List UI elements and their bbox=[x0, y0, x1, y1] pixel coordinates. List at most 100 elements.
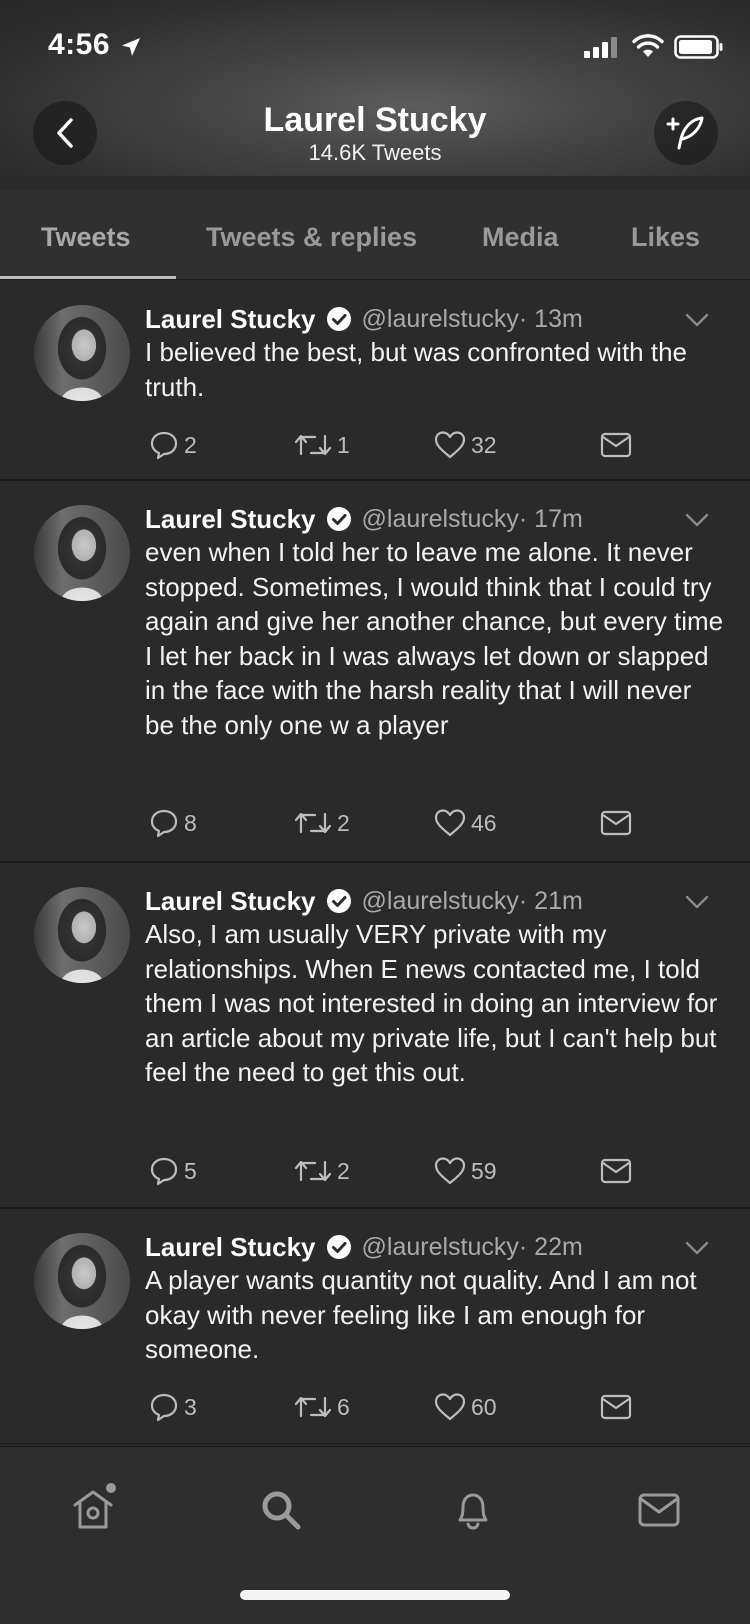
tweet-author-name[interactable]: Laurel Stucky bbox=[145, 1232, 316, 1263]
location-arrow-icon bbox=[122, 38, 140, 56]
retweet-icon bbox=[294, 434, 332, 456]
reply-count: 2 bbox=[184, 431, 197, 458]
retweet-icon bbox=[294, 812, 332, 834]
mail-icon bbox=[600, 1394, 632, 1420]
tweet-list: Laurel Stucky @laurelstucky · 13m I beli… bbox=[0, 281, 750, 1444]
reply-button[interactable]: 8 bbox=[148, 805, 197, 841]
reply-button[interactable]: 3 bbox=[148, 1389, 197, 1425]
like-count: 60 bbox=[471, 1393, 497, 1420]
tweet-header: Laurel Stucky @laurelstucky · 21m bbox=[145, 883, 583, 919]
mail-icon bbox=[600, 1158, 632, 1184]
heart-icon bbox=[434, 1393, 466, 1421]
retweet-count: 2 bbox=[337, 809, 350, 836]
tweet-handle: @laurelstucky bbox=[361, 504, 519, 533]
retweet-button[interactable]: 2 bbox=[293, 1153, 350, 1189]
retweet-icon bbox=[294, 1396, 332, 1418]
tweet-handle: @laurelstucky bbox=[361, 886, 519, 915]
reply-button[interactable]: 5 bbox=[148, 1153, 197, 1189]
verified-badge-icon bbox=[326, 889, 351, 913]
reply-icon bbox=[150, 431, 178, 460]
like-count: 46 bbox=[471, 809, 497, 836]
wifi-icon bbox=[632, 34, 664, 57]
tab-media[interactable]: Media bbox=[482, 222, 559, 253]
like-button[interactable]: 59 bbox=[433, 1153, 497, 1189]
active-tab-indicator bbox=[0, 276, 176, 279]
tweet-author-name[interactable]: Laurel Stucky bbox=[145, 886, 316, 917]
tweet[interactable]: Laurel Stucky @laurelstucky · 17m even w… bbox=[0, 481, 750, 863]
share-dm-button[interactable] bbox=[600, 1153, 632, 1189]
tab-tweets[interactable]: Tweets bbox=[41, 222, 131, 253]
chevron-down-icon[interactable] bbox=[684, 1239, 710, 1257]
tweet-text: I believed the best, but was confronted … bbox=[145, 337, 688, 402]
like-button[interactable]: 32 bbox=[433, 427, 497, 463]
heart-icon bbox=[434, 1157, 466, 1185]
header-title-block: Laurel Stucky 14.6K Tweets bbox=[150, 100, 600, 166]
reply-count: 8 bbox=[184, 809, 197, 836]
retweet-count: 6 bbox=[337, 1393, 350, 1420]
tweet-actions: 5 2 59 bbox=[148, 1153, 648, 1189]
status-time: 4:56 bbox=[48, 28, 111, 61]
avatar[interactable] bbox=[34, 305, 130, 401]
avatar[interactable] bbox=[34, 505, 130, 601]
share-dm-button[interactable] bbox=[600, 805, 632, 841]
compose-tweet-button[interactable] bbox=[654, 101, 718, 165]
like-button[interactable]: 46 bbox=[433, 805, 497, 841]
retweet-button[interactable]: 1 bbox=[293, 427, 350, 463]
tweet-text: Also, I am usually VERY private with my … bbox=[145, 919, 718, 1087]
tweet-time: · 21m bbox=[518, 886, 583, 915]
tweet-count: 14.6K Tweets bbox=[308, 140, 442, 165]
tweet[interactable]: Laurel Stucky @laurelstucky · 21m Also, … bbox=[0, 863, 750, 1209]
new-content-dot bbox=[106, 1483, 116, 1493]
chevron-down-icon[interactable] bbox=[684, 311, 710, 329]
home-indicator-bar[interactable] bbox=[240, 1590, 510, 1600]
reply-button[interactable]: 2 bbox=[148, 427, 197, 463]
retweet-button[interactable]: 2 bbox=[293, 805, 350, 841]
tweet-handle: @laurelstucky bbox=[361, 304, 519, 333]
tweet-author-name[interactable]: Laurel Stucky bbox=[145, 504, 316, 535]
home-icon[interactable] bbox=[70, 1487, 116, 1533]
mail-icon[interactable] bbox=[636, 1487, 682, 1533]
tweet-header: Laurel Stucky @laurelstucky · 22m bbox=[145, 1229, 583, 1265]
reply-icon bbox=[150, 1393, 178, 1422]
tweet-handle: @laurelstucky bbox=[361, 1232, 519, 1261]
retweet-count: 1 bbox=[337, 431, 350, 458]
like-count: 59 bbox=[471, 1157, 497, 1184]
verified-badge-icon bbox=[326, 1235, 351, 1259]
status-bar: 4:56 bbox=[0, 0, 750, 90]
verified-badge-icon bbox=[326, 307, 351, 331]
retweet-icon bbox=[294, 1160, 332, 1182]
share-dm-button[interactable] bbox=[600, 1389, 632, 1425]
verified-badge-icon bbox=[326, 507, 351, 531]
reply-count: 3 bbox=[184, 1393, 197, 1420]
mail-icon bbox=[600, 810, 632, 836]
heart-icon bbox=[434, 809, 466, 837]
avatar[interactable] bbox=[34, 1233, 130, 1329]
tab-likes[interactable]: Likes bbox=[631, 222, 700, 253]
tweet-header: Laurel Stucky @laurelstucky · 17m bbox=[145, 501, 583, 537]
search-icon[interactable] bbox=[258, 1487, 304, 1533]
back-button[interactable] bbox=[33, 101, 97, 165]
profile-header: 4:56 Laurel Stucky 14.6K Tweets bbox=[0, 0, 750, 176]
share-dm-button[interactable] bbox=[600, 427, 632, 463]
like-button[interactable]: 60 bbox=[433, 1389, 497, 1425]
chevron-left-icon bbox=[57, 118, 73, 148]
tweet-actions: 8 2 46 bbox=[148, 805, 648, 841]
cellular-signal-icon bbox=[584, 37, 617, 58]
tweet-text: A player wants quantity not quality. And… bbox=[145, 1265, 697, 1364]
profile-tabs: Tweets Tweets & replies Media Likes bbox=[0, 190, 750, 280]
retweet-button[interactable]: 6 bbox=[293, 1389, 350, 1425]
page-title: Laurel Stucky bbox=[263, 101, 487, 139]
avatar[interactable] bbox=[34, 887, 130, 983]
tweet-actions: 2 1 32 bbox=[148, 427, 648, 463]
heart-icon bbox=[434, 431, 466, 459]
battery-icon bbox=[674, 35, 723, 59]
chevron-down-icon[interactable] bbox=[684, 511, 710, 529]
tab-tweets-and-replies[interactable]: Tweets & replies bbox=[206, 222, 417, 253]
tweet-header: Laurel Stucky @laurelstucky · 13m bbox=[145, 301, 583, 337]
chevron-down-icon[interactable] bbox=[684, 893, 710, 911]
compose-feather-icon bbox=[666, 116, 704, 150]
tweet-author-name[interactable]: Laurel Stucky bbox=[145, 304, 316, 335]
bell-icon[interactable] bbox=[450, 1487, 496, 1533]
tweet[interactable]: Laurel Stucky @laurelstucky · 13m I beli… bbox=[0, 281, 750, 481]
tweet[interactable]: Laurel Stucky @laurelstucky · 22m A play… bbox=[0, 1209, 750, 1444]
